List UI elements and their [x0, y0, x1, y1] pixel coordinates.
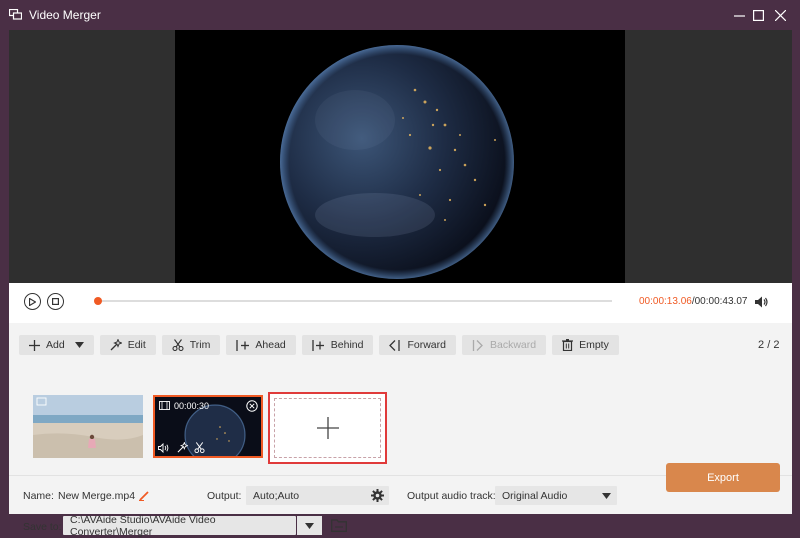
caret-down-icon: [602, 493, 611, 499]
ahead-icon: [236, 339, 250, 351]
close-icon: [774, 9, 786, 21]
empty-button[interactable]: Empty: [552, 335, 619, 355]
minimize-icon: [733, 14, 745, 17]
maximize-icon: [752, 9, 764, 21]
forward-label: Forward: [407, 339, 446, 351]
add-button[interactable]: Add: [19, 335, 94, 355]
open-folder-icon[interactable]: [331, 519, 347, 532]
name-label: Name:: [23, 490, 54, 502]
clip-trim-icon[interactable]: [194, 442, 205, 453]
audio-track-value: Original Audio: [502, 489, 568, 502]
magic-wand-icon: [110, 339, 122, 351]
close-button[interactable]: [771, 6, 789, 24]
save-path-field[interactable]: C:\AVAide Studio\AVAide Video Converter\…: [63, 513, 296, 538]
volume-icon[interactable]: [753, 294, 769, 310]
output-field[interactable]: Auto;Auto: [246, 486, 389, 505]
clip-count: 2 / 2: [758, 339, 779, 351]
stop-button[interactable]: [47, 293, 64, 310]
current-time: 00:00:13.06: [639, 296, 692, 307]
clip-count-total: 2: [773, 339, 780, 351]
gear-icon[interactable]: [371, 489, 384, 502]
clip-volume-icon[interactable]: [158, 443, 170, 453]
stop-icon: [52, 298, 59, 305]
empty-label: Empty: [579, 339, 609, 351]
audio-track-label: Output audio track:: [407, 490, 496, 502]
behind-button[interactable]: Behind: [301, 335, 374, 355]
ahead-button[interactable]: Ahead: [226, 335, 296, 355]
ahead-label: Ahead: [255, 339, 286, 351]
remove-clip-icon[interactable]: [246, 400, 258, 412]
trim-label: Trim: [189, 339, 211, 351]
window-title: Video Merger: [29, 8, 101, 22]
video-preview: [175, 30, 625, 283]
plus-icon: [316, 417, 339, 439]
backward-icon: [472, 339, 483, 351]
trim-button[interactable]: Trim: [161, 335, 221, 355]
audio-track-select[interactable]: Original Audio: [495, 486, 617, 505]
play-button[interactable]: [24, 293, 41, 310]
clip-thumbnail-earth[interactable]: 00:00:30: [153, 395, 263, 458]
progress-bar[interactable]: [94, 297, 612, 305]
editor-panel: Add Edit Trim Ahead Behind Forward Backw…: [9, 323, 792, 538]
clip-duration: 00:00:30: [174, 401, 210, 411]
merge-app-icon: [9, 9, 22, 20]
clip-thumbnail-beach[interactable]: [33, 395, 143, 458]
play-icon: [29, 297, 36, 306]
backward-button[interactable]: Backward: [461, 335, 547, 355]
behind-icon: [312, 339, 324, 351]
clip-toolbar: Add Edit Trim Ahead Behind Forward Backw…: [19, 335, 619, 355]
add-clip-dropzone[interactable]: [274, 398, 381, 458]
preview-area: [9, 30, 792, 283]
maximize-button[interactable]: [749, 6, 767, 24]
minimize-button[interactable]: [730, 6, 748, 24]
playback-bar: 00:00:13.06/00:00:43.07: [9, 283, 792, 323]
rename-pencil-icon[interactable]: [139, 490, 150, 501]
output-value: Auto;Auto: [253, 489, 300, 502]
save-path-dropdown[interactable]: [297, 516, 322, 535]
export-button[interactable]: Export: [666, 463, 780, 492]
caret-down-icon[interactable]: [74, 342, 84, 348]
backward-label: Backward: [489, 339, 537, 351]
output-label: Output:: [207, 490, 242, 502]
edit-button[interactable]: Edit: [99, 335, 156, 355]
total-time: 00:00:43.07: [694, 296, 748, 307]
export-label: Export: [707, 471, 739, 484]
clip-count-separator: /: [767, 339, 771, 351]
earth-preview-image: [280, 45, 514, 279]
save-path-value: C:\AVAide Studio\AVAide Video Converter\…: [70, 513, 216, 538]
clip-count-current: 2: [758, 339, 765, 351]
caret-down-icon: [305, 522, 314, 529]
time-display: 00:00:13.06/00:00:43.07: [639, 296, 747, 307]
trash-icon: [562, 339, 574, 351]
film-icon: [159, 401, 170, 410]
clip-edit-icon[interactable]: [177, 442, 188, 453]
add-label: Add: [46, 339, 65, 351]
forward-button[interactable]: Forward: [379, 335, 456, 355]
main-content: 00:00:13.06/00:00:43.07 Add Edit Trim Ah…: [9, 30, 792, 538]
name-value: New Merge.mp4: [58, 490, 136, 502]
title-bar: Video Merger: [0, 0, 800, 30]
edit-label: Edit: [127, 339, 146, 351]
forward-icon: [389, 339, 401, 351]
beach-thumbnail-image: [33, 395, 143, 458]
add-clip-slot[interactable]: [268, 392, 387, 464]
plus-icon: [29, 339, 40, 351]
scissors-icon: [172, 339, 184, 351]
behind-label: Behind: [330, 339, 364, 351]
progress-handle[interactable]: [94, 297, 102, 305]
